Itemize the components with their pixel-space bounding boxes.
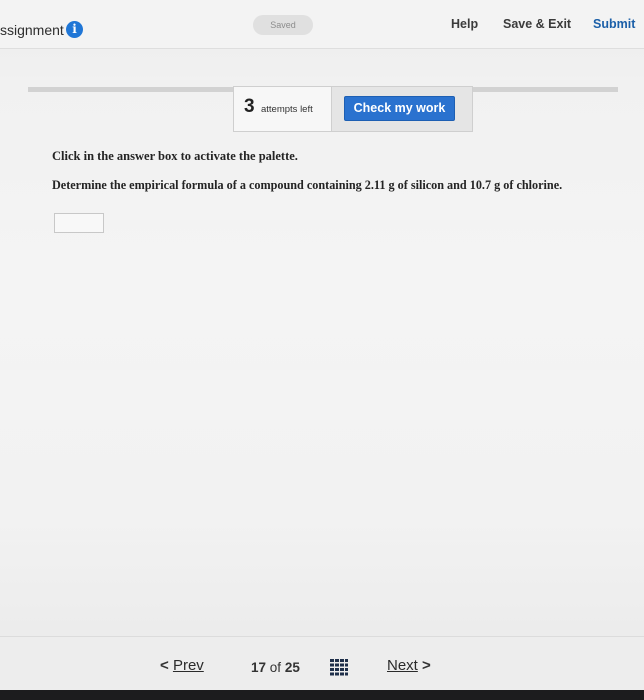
bottom-navigation: < Prev 17 of 25 Next >	[0, 636, 644, 690]
total-pages: 25	[284, 660, 300, 675]
chevron-left-icon: <	[160, 657, 169, 674]
page-of-label: of	[269, 660, 282, 675]
saved-status-badge: Saved	[253, 15, 313, 35]
chevron-right-icon: >	[422, 657, 431, 674]
page-indicator: 17 of 25	[251, 660, 300, 675]
help-link[interactable]: Help	[451, 17, 478, 31]
attempts-counter: 3 attempts left	[234, 87, 332, 131]
prev-label: Prev	[172, 657, 204, 674]
check-my-work-button[interactable]: Check my work	[344, 96, 455, 121]
next-button[interactable]: Next >	[387, 657, 431, 674]
prev-button[interactable]: < Prev	[160, 657, 204, 674]
attempts-label: attempts left	[261, 104, 313, 115]
current-page: 17	[251, 660, 267, 675]
top-bar: ssignment i Saved Help Save & Exit Submi…	[0, 0, 644, 49]
attempts-panel: 3 attempts left Check my work	[233, 86, 473, 132]
grid-icon[interactable]	[330, 659, 348, 676]
assignment-title: ssignment	[0, 22, 64, 38]
question-text: Determine the empirical formula of a com…	[52, 178, 563, 192]
assignment-screen: ssignment i Saved Help Save & Exit Submi…	[0, 0, 644, 690]
next-label: Next	[387, 657, 418, 674]
submit-link[interactable]: Submit	[593, 17, 635, 31]
info-icon[interactable]: i	[66, 21, 83, 38]
palette-instruction: Click in the answer box to activate the …	[52, 149, 298, 163]
answer-input-box[interactable]	[54, 213, 104, 233]
save-exit-link[interactable]: Save & Exit	[503, 17, 571, 31]
screen-bezel	[0, 690, 644, 700]
attempts-count: 3	[244, 96, 255, 117]
